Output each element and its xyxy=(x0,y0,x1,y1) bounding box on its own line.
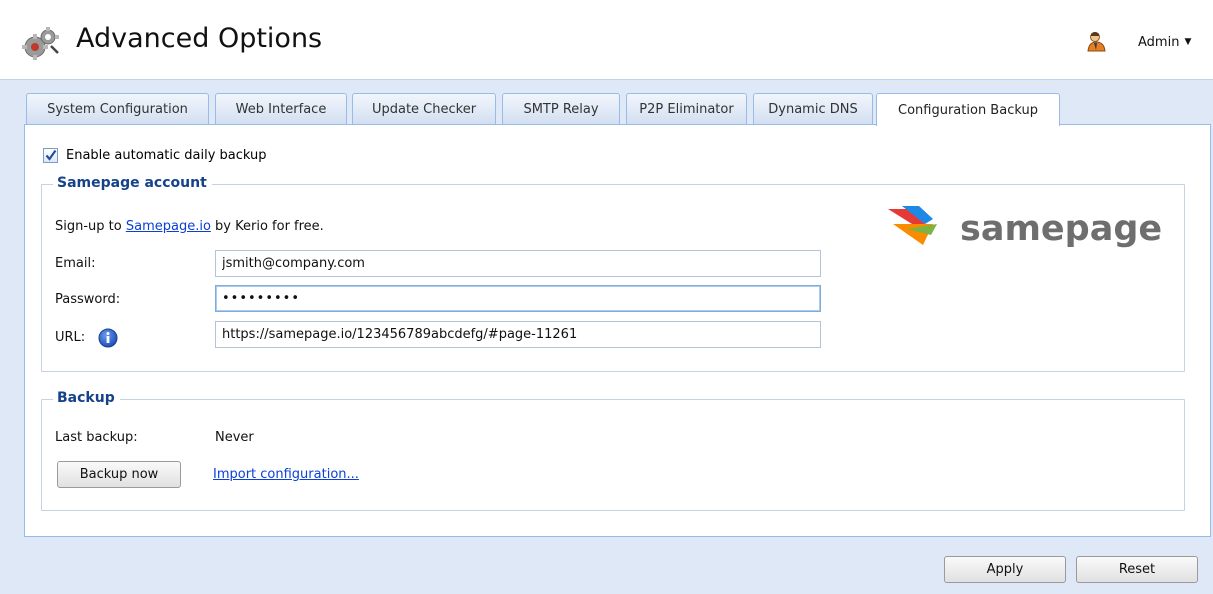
info-icon[interactable] xyxy=(98,328,118,348)
samepage-link[interactable]: Samepage.io xyxy=(126,219,211,234)
user-icon xyxy=(1087,32,1106,52)
tab-smtp-relay[interactable]: SMTP Relay xyxy=(502,93,620,124)
checkmark-icon xyxy=(45,149,57,161)
samepage-legend: Samepage account xyxy=(53,175,212,191)
last-backup-value: Never xyxy=(215,430,254,445)
auto-backup-label: Enable automatic daily backup xyxy=(66,148,267,163)
last-backup-label: Last backup: xyxy=(55,430,138,445)
gears-icon xyxy=(22,27,59,60)
url-field[interactable] xyxy=(215,321,821,348)
app-header: Advanced Options Admin ▼ xyxy=(0,0,1213,80)
tab-p2p-eliminator[interactable]: P2P Eliminator xyxy=(626,93,747,124)
tab-system-configuration[interactable]: System Configuration xyxy=(26,93,209,124)
auto-backup-checkbox[interactable] xyxy=(43,148,58,163)
signup-text: Sign-up to Samepage.io by Kerio for free… xyxy=(55,219,324,234)
user-name: Admin xyxy=(1138,35,1180,50)
chevron-down-icon: ▼ xyxy=(1184,37,1192,47)
backup-fieldset xyxy=(41,399,1185,511)
email-field[interactable] xyxy=(215,250,821,277)
import-configuration-link[interactable]: Import configuration... xyxy=(213,467,359,482)
tab-update-checker[interactable]: Update Checker xyxy=(352,93,496,124)
user-menu[interactable]: Admin ▼ xyxy=(1138,35,1191,50)
tab-web-interface[interactable]: Web Interface xyxy=(215,93,347,124)
password-field[interactable] xyxy=(215,285,821,312)
reset-button[interactable]: Reset xyxy=(1076,556,1198,583)
samepage-logo-text: samepage xyxy=(960,209,1163,249)
backup-legend: Backup xyxy=(53,390,120,406)
page-title: Advanced Options xyxy=(76,23,323,54)
tab-dynamic-dns[interactable]: Dynamic DNS xyxy=(753,93,873,124)
backup-now-button[interactable]: Backup now xyxy=(57,461,181,488)
url-label: URL: xyxy=(55,330,86,345)
tab-configuration-backup[interactable]: Configuration Backup xyxy=(876,93,1060,126)
password-label: Password: xyxy=(55,292,121,307)
apply-button[interactable]: Apply xyxy=(944,556,1066,583)
email-label: Email: xyxy=(55,256,96,271)
